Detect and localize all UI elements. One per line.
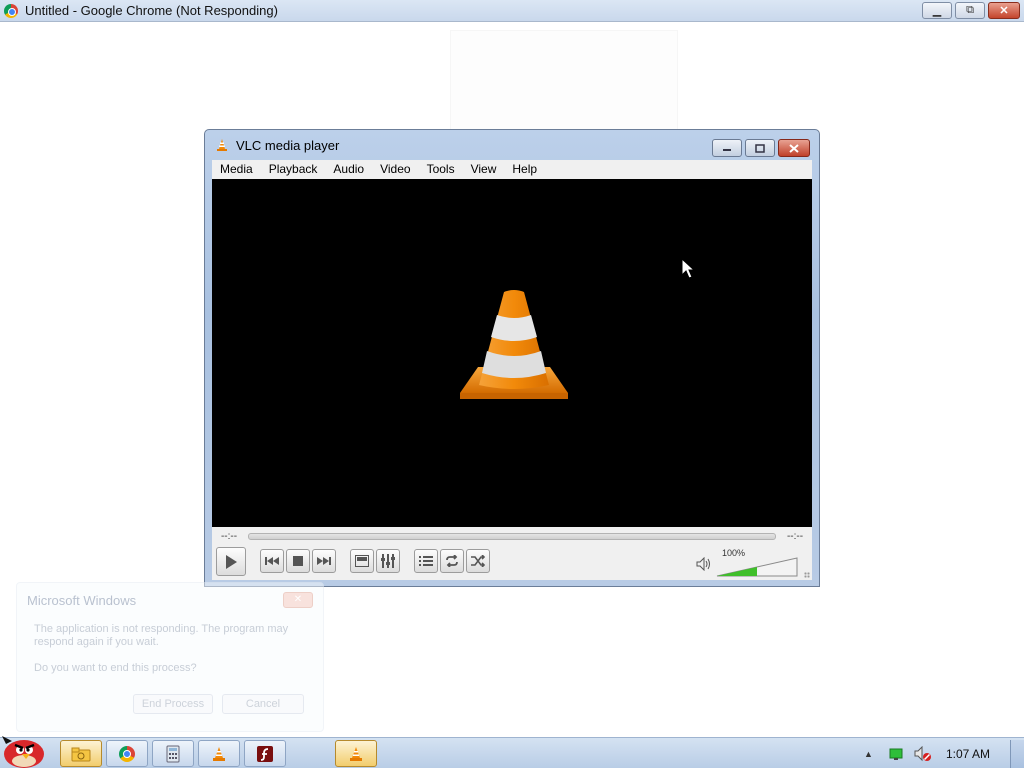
system-tray: ▲ 1:07 AM <box>864 738 1024 768</box>
menu-audio[interactable]: Audio <box>325 160 372 179</box>
calculator-icon <box>166 745 180 762</box>
minimize-icon <box>723 149 731 151</box>
dialog-body: The application is not responding. The p… <box>34 623 294 688</box>
seek-row: --:-- --:-- <box>212 527 812 545</box>
vlc-close-button[interactable] <box>778 139 810 157</box>
chrome-close-button[interactable]: ✕ <box>988 2 1020 19</box>
volume-muted-icon[interactable] <box>914 745 932 762</box>
extended-settings-button[interactable] <box>376 549 400 573</box>
vlc-titlebar: VLC media player <box>205 130 819 160</box>
vlc-minimize-button[interactable] <box>712 139 742 157</box>
stop-button[interactable] <box>286 549 310 573</box>
vlc-maximize-button[interactable] <box>745 139 775 157</box>
vlc-window-controls <box>712 139 810 157</box>
menu-playback[interactable]: Playback <box>261 160 326 179</box>
menu-help[interactable]: Help <box>504 160 545 179</box>
menu-video[interactable]: Video <box>372 160 418 179</box>
shuffle-button[interactable] <box>466 549 490 573</box>
chrome-logo-icon <box>4 3 18 18</box>
stop-icon <box>293 556 303 566</box>
chrome-minimize-button[interactable]: ▁ <box>922 2 952 19</box>
previous-button[interactable] <box>260 549 284 573</box>
dialog-message: The application is not responding. The p… <box>34 623 289 648</box>
playlist-button[interactable] <box>414 549 438 573</box>
next-icon <box>317 557 331 565</box>
angry-bird-start-icon[interactable] <box>0 732 50 768</box>
taskbar-flash[interactable] <box>244 740 286 767</box>
adobe-flash-icon <box>257 745 273 762</box>
close-icon <box>789 143 799 153</box>
vlc-window-title: VLC media player <box>236 137 340 153</box>
previous-icon <box>265 557 279 565</box>
show-desktop-button[interactable] <box>1010 739 1024 768</box>
taskbar-vlc[interactable] <box>198 740 240 767</box>
speaker-icon[interactable] <box>696 557 712 571</box>
menu-tools[interactable]: Tools <box>419 160 463 179</box>
shuffle-icon <box>471 555 486 567</box>
chrome-window-controls: ▁ ⧉ ✕ <box>922 2 1020 19</box>
taskbar-chrome[interactable] <box>106 740 148 767</box>
vlc-window: VLC media player Media Playback Audio Vi… <box>204 129 820 587</box>
remaining-time: --:-- <box>786 530 804 542</box>
taskbar-calculator[interactable] <box>152 740 194 767</box>
dialog-title: Microsoft Windows <box>27 593 137 608</box>
ghost-window <box>450 30 678 130</box>
play-button[interactable] <box>216 547 246 576</box>
mouse-cursor-icon <box>681 258 696 279</box>
taskbar: ▲ 1:07 AM <box>0 736 1024 768</box>
elapsed-time: --:-- <box>220 530 238 542</box>
show-hidden-icons-arrow-icon[interactable]: ▲ <box>864 749 878 759</box>
cancel-button[interactable]: Cancel <box>222 694 304 714</box>
loop-button[interactable] <box>440 549 464 573</box>
chrome-restore-button[interactable]: ⧉ <box>955 2 985 19</box>
vlc-cone-icon <box>213 746 225 761</box>
chrome-icon <box>119 745 135 762</box>
playback-controls: 100% <box>212 547 812 580</box>
folder-icon <box>71 747 91 761</box>
fullscreen-button[interactable] <box>350 549 374 573</box>
taskbar-vlc-window[interactable] <box>335 740 377 767</box>
resize-grip[interactable] <box>804 572 810 578</box>
vlc-logo-cone <box>460 290 568 399</box>
vlc-menubar: Media Playback Audio Video Tools View He… <box>212 160 812 179</box>
not-responding-dialog: Microsoft Windows ✕ The application is n… <box>16 582 324 732</box>
dialog-question: Do you want to end this process? <box>34 662 197 674</box>
vlc-cone-icon <box>350 746 362 761</box>
volume-slider[interactable] <box>716 557 798 577</box>
fullscreen-icon <box>355 555 369 567</box>
network-icon[interactable] <box>888 747 904 761</box>
menu-view[interactable]: View <box>463 160 505 179</box>
menu-media[interactable]: Media <box>212 160 261 179</box>
video-area[interactable] <box>212 179 812 527</box>
vlc-cone-icon <box>217 139 227 151</box>
vlc-client-area: Media Playback Audio Video Tools View He… <box>212 160 812 580</box>
maximize-icon <box>755 143 765 153</box>
play-icon <box>226 554 237 569</box>
equalizer-icon <box>381 554 395 568</box>
chrome-titlebar: Untitled - Google Chrome (Not Responding… <box>0 0 1024 22</box>
end-process-button[interactable]: End Process <box>133 694 213 714</box>
seek-slider[interactable] <box>248 532 776 540</box>
chrome-window-title: Untitled - Google Chrome (Not Responding… <box>25 3 278 18</box>
clock[interactable]: 1:07 AM <box>946 747 990 761</box>
playlist-icon <box>419 556 433 566</box>
taskbar-explorer[interactable] <box>60 740 102 767</box>
loop-icon <box>446 555 458 567</box>
dialog-close-button[interactable]: ✕ <box>283 592 313 608</box>
next-button[interactable] <box>312 549 336 573</box>
